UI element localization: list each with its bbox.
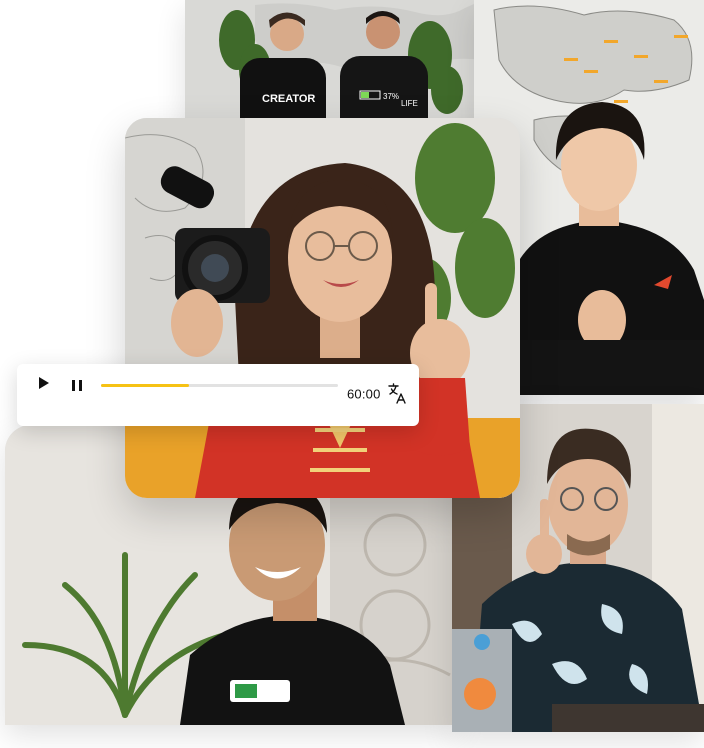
progress-bar[interactable] <box>101 384 338 387</box>
play-button[interactable] <box>33 372 55 394</box>
video-player-controls: 60:00 <box>17 364 419 426</box>
shirt-text-life: LIFE <box>401 99 418 108</box>
shirt-text-battery: 37% <box>383 92 399 101</box>
time-display: 60:00 <box>347 386 381 402</box>
translate-icon <box>388 383 406 404</box>
translate-button[interactable] <box>387 382 407 404</box>
video-thumbnail-hosts[interactable]: CREATOR 37% LIFE <box>185 0 483 132</box>
pause-icon <box>72 379 82 391</box>
play-icon <box>39 377 49 389</box>
video-thumbnail-camera-presenter[interactable] <box>125 118 520 498</box>
pause-button[interactable] <box>66 374 88 396</box>
camera-presenter-photo <box>125 118 520 498</box>
shirt-text-creator: CREATOR <box>262 93 315 105</box>
progress-fill <box>101 384 189 387</box>
hosts-photo: CREATOR 37% LIFE <box>185 0 483 132</box>
video-collage: CREATOR 37% LIFE 60:00 <box>0 0 704 748</box>
